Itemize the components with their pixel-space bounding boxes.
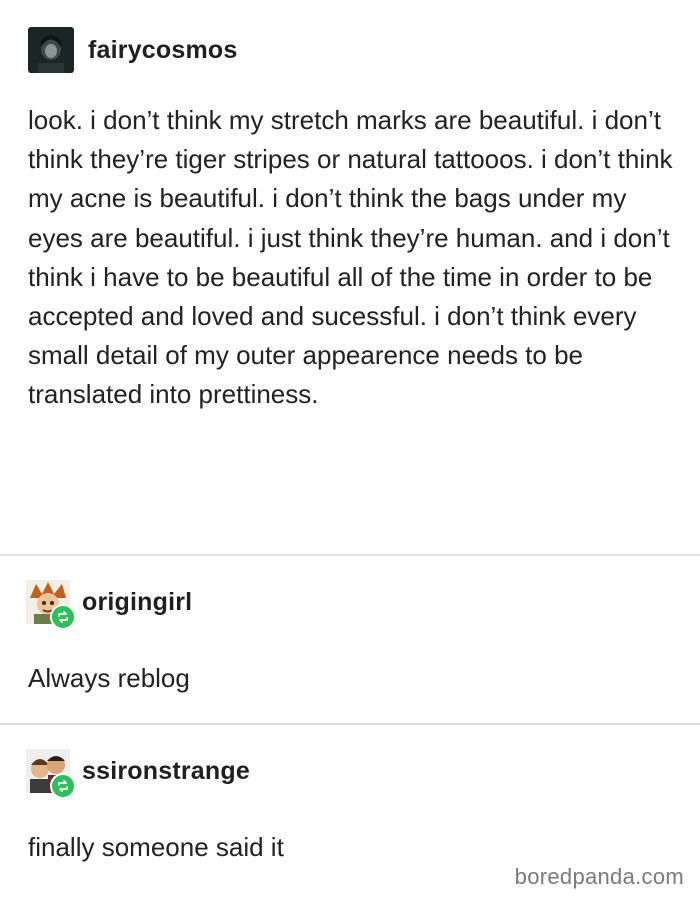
post-body: finally someone said it <box>28 832 284 862</box>
post-header: origingirl <box>26 580 192 630</box>
watermark: boredpanda.com <box>514 864 684 889</box>
post-header: fairycosmos <box>28 27 238 73</box>
avatar[interactable] <box>28 27 74 73</box>
username[interactable]: origingirl <box>82 588 192 617</box>
post-fairycosmos: fairycosmos look. i don’t think my stret… <box>0 0 700 555</box>
post-header: ssironstrange <box>26 749 250 799</box>
post-origingirl: origingirl Always reblog <box>0 556 700 723</box>
post-body: look. i don’t think my stretch marks are… <box>28 105 673 410</box>
username[interactable]: fairycosmos <box>88 36 238 65</box>
avatar[interactable] <box>26 580 76 630</box>
username[interactable]: ssironstrange <box>82 757 250 786</box>
reblog-icon <box>50 604 76 630</box>
reblog-icon <box>50 773 76 799</box>
avatar[interactable] <box>26 749 76 799</box>
post-body: Always reblog <box>28 663 190 693</box>
